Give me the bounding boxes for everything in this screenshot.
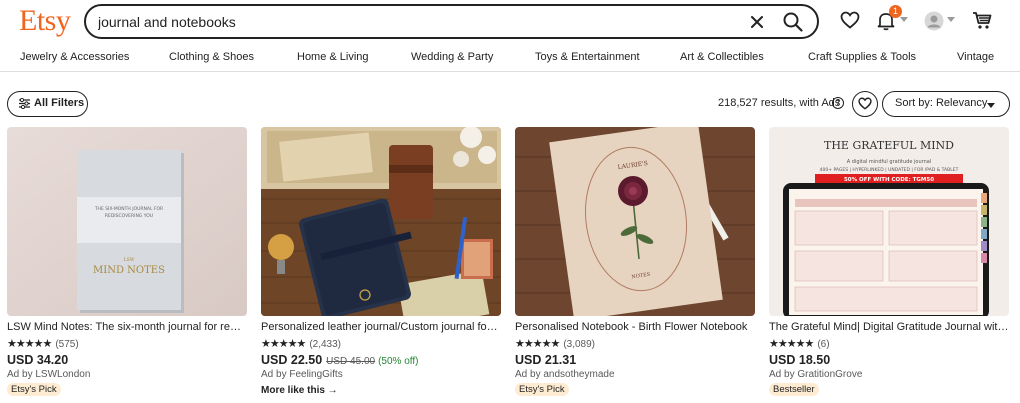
product-card[interactable]: LAURIE'S NOTES Personalised Notebook - B…: [515, 127, 755, 403]
bestseller-badge: Bestseller: [769, 383, 819, 396]
product-title[interactable]: Personalized leather journal/Custom jour…: [261, 321, 501, 333]
product-image[interactable]: THE GRATEFUL MIND A digital mindful grat…: [769, 127, 1009, 316]
save-search-button[interactable]: [852, 91, 878, 117]
category-link-home[interactable]: Home & Living: [297, 51, 369, 63]
product-price: USD 34.20: [7, 353, 69, 367]
star-rating-icon: ★★★★★: [7, 338, 52, 350]
category-link-art[interactable]: Art & Collectibles: [680, 51, 764, 63]
review-count: (575): [55, 339, 79, 350]
original-price: USD 45.00: [326, 356, 376, 367]
product-image[interactable]: LAURIE'S NOTES: [515, 127, 755, 316]
category-link-toys[interactable]: Toys & Entertainment: [535, 51, 640, 63]
product-image[interactable]: [261, 127, 501, 316]
etsys-pick-badge: Etsy's Pick: [7, 383, 61, 396]
category-link-wedding[interactable]: Wedding & Party: [411, 51, 493, 63]
search-input[interactable]: [98, 11, 698, 33]
user-avatar-icon[interactable]: [924, 11, 944, 31]
seller-name: Ad by GratitionGrove: [769, 369, 863, 380]
clear-search-icon[interactable]: [748, 13, 766, 31]
svg-text:400+ PAGES | HYPERLINKED | UND: 400+ PAGES | HYPERLINKED | UNDATED | FOR…: [820, 167, 959, 173]
svg-text:50% OFF WITH CODE: TGM50: 50% OFF WITH CODE: TGM50: [844, 177, 934, 183]
etsy-logo[interactable]: Etsy: [19, 4, 71, 38]
product-rating: ★★★★★ (3,089): [515, 337, 595, 350]
product-title[interactable]: Personalised Notebook - Birth Flower Not…: [515, 321, 755, 333]
product-card[interactable]: THE SIX-MONTH JOURNAL FOR REDISCOVERING …: [7, 127, 247, 403]
svg-text:MIND NOTES: MIND NOTES: [93, 265, 165, 276]
filter-sliders-icon: [19, 98, 30, 109]
svg-text:LSW: LSW: [124, 257, 135, 263]
svg-text:REDISCOVERING YOU: REDISCOVERING YOU: [105, 213, 153, 219]
product-price: USD 18.50: [769, 353, 831, 367]
product-card[interactable]: Personalized leather journal/Custom jour…: [261, 127, 501, 403]
category-link-jewelry[interactable]: Jewelry & Accessories: [20, 51, 129, 63]
product-rating: ★★★★★ (575): [7, 337, 79, 350]
star-rating-icon: ★★★★★: [261, 338, 306, 350]
category-link-vintage[interactable]: Vintage: [957, 51, 994, 63]
category-link-craft[interactable]: Craft Supplies & Tools: [808, 51, 916, 63]
category-link-clothing[interactable]: Clothing & Shoes: [169, 51, 254, 63]
category-nav: Jewelry & Accessories Clothing & Shoes H…: [0, 44, 1020, 72]
chevron-down-icon[interactable]: [900, 17, 908, 23]
review-count: (2,433): [309, 339, 341, 350]
review-count: (6): [817, 339, 830, 350]
product-title[interactable]: LSW Mind Notes: The six-month journal fo…: [7, 321, 247, 333]
product-card[interactable]: THE GRATEFUL MIND A digital mindful grat…: [769, 127, 1009, 403]
favorites-heart-icon[interactable]: [840, 11, 860, 29]
seller-name: Ad by andsotheymade: [515, 369, 615, 380]
product-rating: ★★★★★ (6): [769, 337, 830, 350]
gratitude-journal-image: THE GRATEFUL MIND A digital mindful grat…: [769, 127, 1009, 316]
mind-notes-journal-image: THE SIX-MONTH JOURNAL FOR REDISCOVERING …: [7, 127, 247, 316]
star-rating-icon: ★★★★★: [769, 338, 814, 350]
header: Etsy 1: [0, 0, 1020, 44]
product-price: USD 22.50 USD 45.00 (50% off): [261, 353, 419, 367]
all-filters-button[interactable]: All Filters: [7, 91, 88, 117]
results-count: 218,527 results, with Ads: [718, 97, 841, 109]
svg-text:THE GRATEFUL MIND: THE GRATEFUL MIND: [824, 139, 954, 152]
product-image[interactable]: THE SIX-MONTH JOURNAL FOR REDISCOVERING …: [7, 127, 247, 316]
sort-label: Sort by: Relevancy: [895, 97, 988, 109]
seller-name: Ad by FeelingGifts: [261, 369, 343, 380]
chevron-down-icon[interactable]: [947, 17, 955, 23]
svg-text:A digital mindful gratitude jo: A digital mindful gratitude journal: [847, 159, 931, 165]
etsys-pick-badge: Etsy's Pick: [515, 383, 569, 396]
product-rating: ★★★★★ (2,433): [261, 337, 341, 350]
leather-journal-image: [261, 127, 501, 316]
search-icon[interactable]: [782, 11, 804, 33]
heart-icon: [858, 97, 872, 110]
help-question-icon[interactable]: ?: [832, 97, 844, 109]
svg-text:THE SIX-MONTH JOURNAL FOR: THE SIX-MONTH JOURNAL FOR: [94, 206, 163, 212]
birth-flower-notebook-image: LAURIE'S NOTES: [515, 127, 755, 316]
all-filters-label: All Filters: [34, 97, 85, 109]
caret-down-icon: [987, 103, 995, 108]
star-rating-icon: ★★★★★: [515, 338, 560, 350]
sort-dropdown[interactable]: Sort by: Relevancy: [882, 91, 1010, 117]
more-like-this-link[interactable]: More like this →: [261, 385, 338, 396]
discount-percent: (50% off): [378, 356, 419, 367]
review-count: (3,089): [563, 339, 595, 350]
seller-name: Ad by LSWLondon: [7, 369, 91, 380]
cart-icon[interactable]: [972, 11, 992, 30]
product-price: USD 21.31: [515, 353, 577, 367]
search-bar[interactable]: [84, 4, 819, 39]
product-title[interactable]: The Grateful Mind| Digital Gratitude Jou…: [769, 321, 1009, 333]
